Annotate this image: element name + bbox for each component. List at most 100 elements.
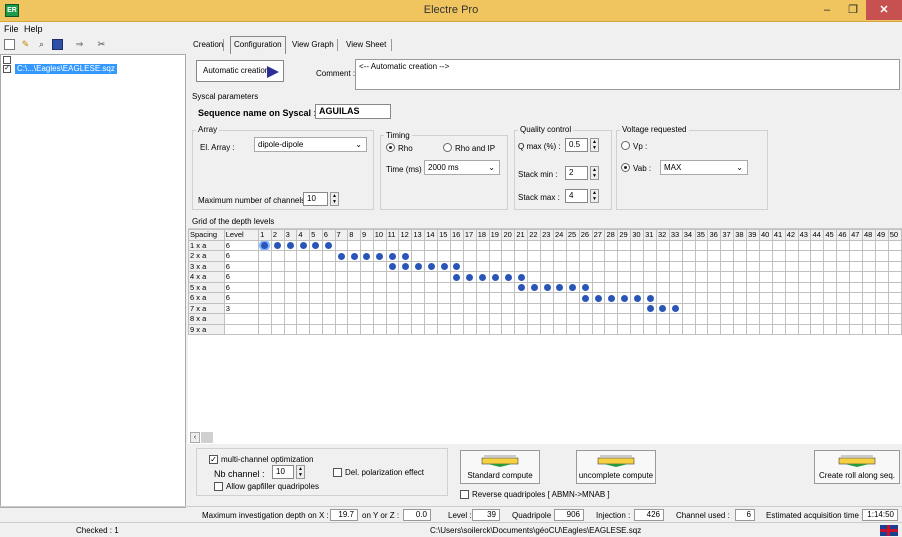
grid-cell[interactable]	[720, 313, 735, 325]
grid-cell[interactable]	[449, 292, 464, 304]
grid-cell[interactable]	[746, 250, 760, 262]
grid-cell[interactable]	[398, 239, 413, 251]
grid-cell[interactable]	[810, 239, 825, 251]
grid-cell[interactable]	[733, 260, 748, 272]
grid-cell[interactable]	[630, 292, 645, 304]
grid-cell[interactable]	[552, 292, 567, 304]
grid-cell[interactable]	[309, 271, 323, 283]
grid-cell[interactable]	[309, 292, 323, 304]
grid-cell[interactable]	[746, 323, 760, 335]
grid-cell[interactable]	[668, 281, 683, 293]
grid-cell[interactable]	[746, 260, 760, 272]
grid-cell[interactable]	[258, 250, 272, 262]
grid-cell[interactable]	[720, 260, 735, 272]
grid-cell[interactable]	[784, 250, 799, 262]
grid-cell[interactable]	[488, 260, 503, 272]
grid-cell[interactable]	[746, 313, 760, 325]
grid-cell[interactable]	[617, 281, 632, 293]
grid-cell[interactable]	[437, 323, 451, 335]
tree-item-file[interactable]: C:\...\Eagles\EAGLESE.sqz	[15, 64, 117, 74]
grid-cell[interactable]	[887, 271, 902, 283]
grid-cell[interactable]	[309, 323, 323, 335]
grid-cell[interactable]	[823, 281, 838, 293]
grid-cell[interactable]	[475, 250, 490, 262]
grid-cell[interactable]	[823, 239, 838, 251]
grid-cell[interactable]	[784, 313, 799, 325]
grid-cell[interactable]	[411, 239, 426, 251]
grid-cell[interactable]	[849, 271, 863, 283]
grid-cell[interactable]	[385, 292, 400, 304]
grid-cell[interactable]	[372, 260, 387, 272]
open-folder-icon[interactable]: ✎	[20, 39, 31, 50]
grid-cell[interactable]	[347, 313, 361, 325]
grid-cell[interactable]	[360, 292, 374, 304]
grid-cell[interactable]	[758, 250, 773, 262]
grid-row-level[interactable]: 3	[223, 302, 260, 314]
tree-checkbox-root[interactable]	[3, 56, 11, 64]
grid-cell[interactable]	[733, 292, 748, 304]
grid-cell[interactable]	[617, 260, 632, 272]
grid-cell[interactable]	[296, 292, 311, 304]
grid-cell[interactable]	[347, 292, 361, 304]
grid-cell[interactable]	[578, 239, 593, 251]
grid-cell[interactable]	[578, 323, 593, 335]
grid-cell[interactable]	[797, 292, 812, 304]
grid-cell[interactable]	[424, 292, 439, 304]
grid-cell[interactable]	[398, 313, 413, 325]
grid-cell[interactable]	[309, 281, 323, 293]
grid-cell[interactable]	[296, 239, 311, 251]
grid-cell[interactable]	[861, 250, 876, 262]
grid-cell[interactable]	[771, 292, 786, 304]
grid-cell[interactable]	[784, 292, 799, 304]
grid-cell[interactable]	[258, 260, 272, 272]
grid-cell[interactable]	[681, 313, 696, 325]
grid-cell[interactable]	[771, 271, 786, 283]
grid-cell[interactable]	[836, 313, 851, 325]
grid-cell[interactable]	[604, 281, 619, 293]
grid-cell[interactable]	[552, 250, 567, 262]
grid-cell[interactable]	[643, 323, 657, 335]
grid-row-level[interactable]	[223, 323, 260, 335]
grid-cell[interactable]	[501, 292, 516, 304]
grid-cell[interactable]	[270, 292, 285, 304]
grid-cell[interactable]	[424, 271, 439, 283]
grid-cell[interactable]	[540, 302, 554, 314]
horizontal-scrollbar[interactable]	[201, 432, 213, 443]
grid-cell[interactable]	[321, 250, 336, 262]
grid-cell[interactable]	[707, 292, 722, 304]
grid-cell[interactable]	[296, 323, 311, 335]
grid-cell[interactable]	[874, 323, 889, 335]
grid-cell[interactable]	[501, 313, 516, 325]
max-channels-spinner[interactable]: ▲ ▼	[330, 192, 339, 206]
grid-row-level[interactable]: 6	[223, 239, 260, 251]
grid-cell[interactable]	[823, 302, 838, 314]
grid-cell[interactable]	[630, 250, 645, 262]
grid-cell[interactable]	[591, 323, 606, 335]
grid-cell[interactable]	[270, 313, 285, 325]
grid-cell[interactable]	[321, 302, 336, 314]
grid-cell[interactable]	[398, 323, 413, 335]
grid-cell[interactable]	[591, 250, 606, 262]
grid-cell[interactable]	[758, 239, 773, 251]
grid-cell[interactable]	[630, 260, 645, 272]
grid-cell[interactable]	[475, 239, 490, 251]
grid-cell[interactable]	[707, 239, 722, 251]
grid-cell[interactable]	[552, 239, 567, 251]
sequence-name-input[interactable]: AGUILAS	[315, 104, 391, 119]
grid-cell[interactable]	[372, 281, 387, 293]
grid-cell[interactable]	[411, 260, 426, 272]
grid-cell[interactable]	[655, 323, 670, 335]
grid-cell[interactable]	[720, 271, 735, 283]
grid-cell[interactable]	[565, 313, 580, 325]
grid-cell[interactable]	[849, 323, 863, 335]
stack-min-spinner[interactable]: ▲ ▼	[590, 166, 599, 180]
grid-cell[interactable]	[655, 313, 670, 325]
cut-icon[interactable]: ✂	[96, 39, 107, 50]
grid-cell[interactable]	[874, 302, 889, 314]
grid-cell[interactable]	[309, 260, 323, 272]
grid-cell[interactable]	[810, 302, 825, 314]
grid-cell[interactable]	[565, 323, 580, 335]
grid-cell[interactable]	[296, 313, 311, 325]
grid-cell[interactable]	[668, 260, 683, 272]
grid-cell[interactable]	[488, 292, 503, 304]
